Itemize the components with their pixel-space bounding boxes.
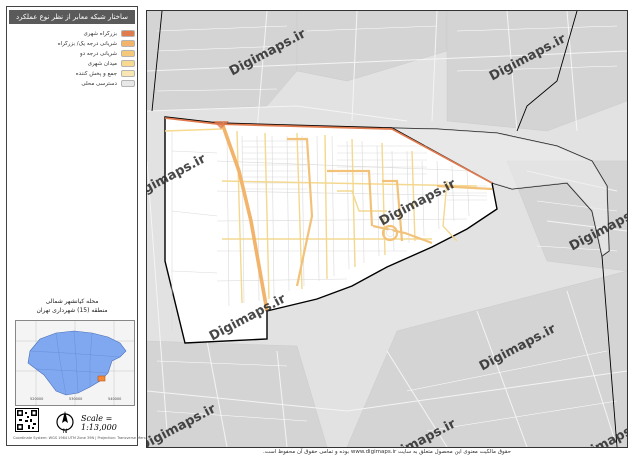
- legend-label: جمع و پخش کننده: [75, 70, 117, 77]
- legend-item: دسترسی محلی: [11, 79, 135, 88]
- legend-label: دسترسی محلی: [81, 80, 117, 87]
- legend-item: بزرگراه شهری: [11, 29, 135, 38]
- legend-swatch: [121, 60, 135, 67]
- legend-label: میدان شهری: [87, 60, 117, 67]
- coordinate-note: Coordinate System: WGS 1984 UTM Zone 39N…: [13, 436, 153, 440]
- legend-item: جمع و پخش کننده: [11, 69, 135, 78]
- map-footer: N Scale = 1:13,000 Coordinate System: WG…: [11, 406, 153, 442]
- overview-map: 520000 530000 540000: [15, 320, 135, 406]
- overview-tick-label: 520000: [30, 397, 44, 401]
- district-region: منطقه (15) شهرداری تهران: [36, 307, 108, 314]
- legend-swatch: [121, 30, 135, 37]
- district-title: محله کیانشهر شمالی منطقه (15) شهرداری ته…: [11, 297, 133, 315]
- location-marker: [97, 375, 106, 382]
- legend-item: شریانی درجه دو: [11, 49, 135, 58]
- legend-swatch: [121, 70, 135, 77]
- district-name: محله کیانشهر شمالی: [45, 298, 99, 305]
- qr-code: [15, 408, 39, 432]
- overview-tick-label: 540000: [108, 397, 122, 401]
- svg-text:N: N: [63, 428, 68, 435]
- panel-title: ساختار شبکه معابر از نظر نوع عملکرد: [9, 10, 135, 24]
- legend-label: شریانی درجه دو: [79, 50, 117, 57]
- map-sheet: ساختار شبکه معابر از نظر نوع عملکرد بزرگ…: [0, 0, 643, 461]
- map-scale: Scale = 1:13,000: [81, 414, 117, 432]
- main-map-svg: [147, 11, 627, 447]
- north-arrow-icon: N: [55, 408, 75, 436]
- legend-label: شریانی درجه یک/ بزرگراه: [57, 40, 117, 47]
- legend-swatch: [121, 40, 135, 47]
- overview-tick-label: 530000: [69, 397, 83, 401]
- legend-swatch: [121, 50, 135, 57]
- legend: بزرگراه شهری شریانی درجه یک/ بزرگراه شریان…: [11, 29, 135, 89]
- legend-swatch: [121, 80, 135, 87]
- main-map: Digimaps.ir Digimaps.ir Digimaps.ir Digimap…: [146, 10, 628, 448]
- legend-item: میدان شهری: [11, 59, 135, 68]
- overview-map-svg: [16, 321, 134, 405]
- legend-item: شریانی درجه یک/ بزرگراه: [11, 39, 135, 48]
- legend-label: بزرگراه شهری: [83, 30, 117, 37]
- copyright-notice: حقوق مالکیت معنوی این محصول متعلق به سای…: [262, 449, 512, 455]
- legend-panel: ساختار شبکه معابر از نظر نوع عملکرد بزرگ…: [6, 6, 153, 446]
